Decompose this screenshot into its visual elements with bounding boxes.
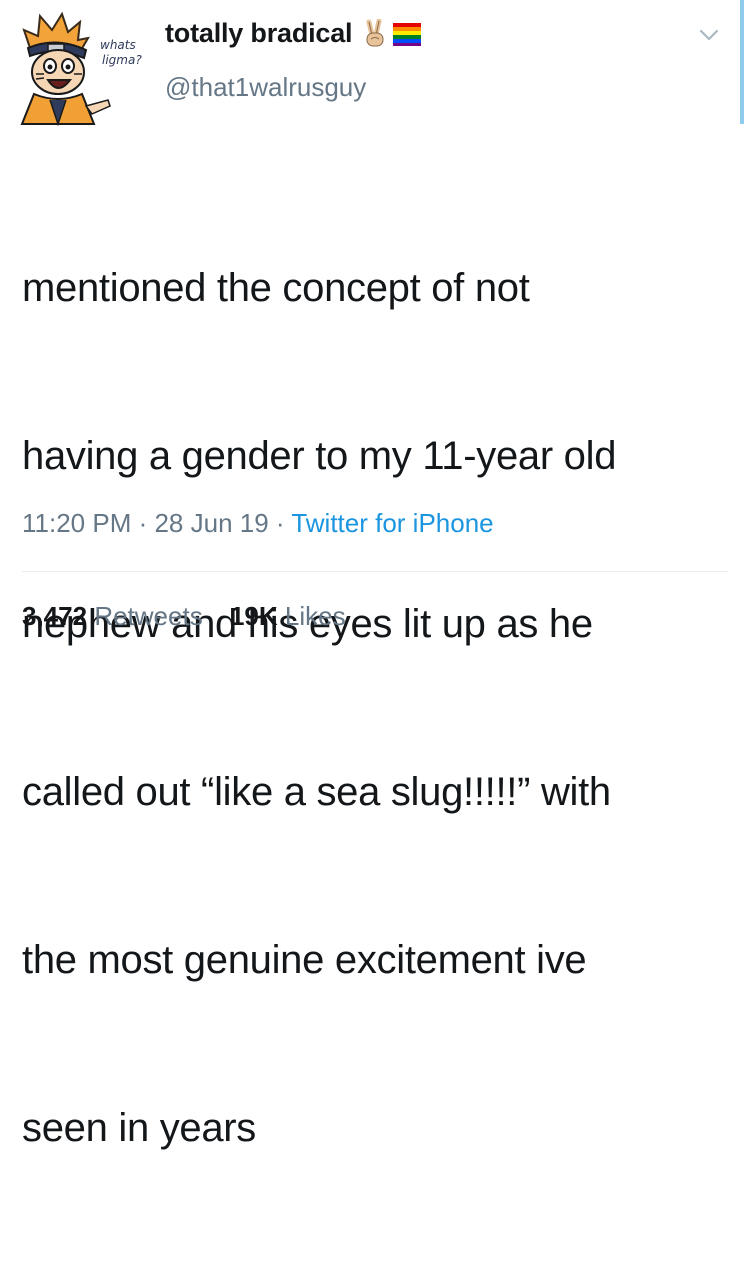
tweet-date[interactable]: 28 Jun 19 — [154, 508, 268, 538]
scroll-indicator — [740, 0, 744, 124]
tweet-card: whats ligma? totally bradical @that1walr… — [0, 0, 750, 1150]
tweet-text-line: the most genuine excitement ive — [22, 938, 587, 982]
likes-stat[interactable]: 19K Likes — [230, 601, 346, 631]
tweet-text-line: called out “like a sea slug!!!!!” with — [22, 770, 611, 814]
tweet-text-line: having a gender to my 11-year old — [22, 434, 617, 478]
likes-count: 19K — [229, 601, 278, 631]
avatar-caption-line1: whats — [100, 38, 136, 52]
avatar[interactable]: whats ligma? — [14, 8, 144, 127]
retweets-label: Retweets — [94, 601, 203, 631]
retweets-count: 3,472 — [22, 601, 88, 631]
display-name[interactable]: totally bradical — [165, 18, 353, 49]
rainbow-flag-icon — [393, 22, 422, 46]
tweet-meta: 11:20 PM · 28 Jun 19 · Twitter for iPhon… — [22, 508, 494, 539]
tweet-time[interactable]: 11:20 PM — [22, 508, 131, 538]
likes-label: Likes — [284, 601, 346, 631]
name-emojis — [362, 18, 422, 49]
tweet-text-line: mentioned the concept of not — [22, 266, 530, 310]
divider — [22, 571, 728, 572]
tweet-text: mentioned the concept of not having a ge… — [22, 148, 732, 1268]
victory-hand-icon — [366, 18, 384, 46]
meta-separator: · — [131, 508, 155, 538]
author-name-row[interactable]: totally bradical — [165, 18, 422, 49]
tweet-text-line: seen in years — [22, 1106, 257, 1150]
chevron-down-icon[interactable] — [698, 24, 720, 46]
meta-separator: · — [268, 508, 292, 538]
avatar-caption: whats ligma? — [100, 38, 142, 68]
tweet-stats: 3,472 Retweets 19K Likes — [22, 601, 346, 632]
retweets-stat[interactable]: 3,472 Retweets — [22, 601, 210, 631]
author-handle[interactable]: @that1walrusguy — [165, 72, 366, 103]
avatar-caption-line2: ligma? — [102, 53, 142, 67]
tweet-source-link[interactable]: Twitter for iPhone — [291, 508, 493, 538]
